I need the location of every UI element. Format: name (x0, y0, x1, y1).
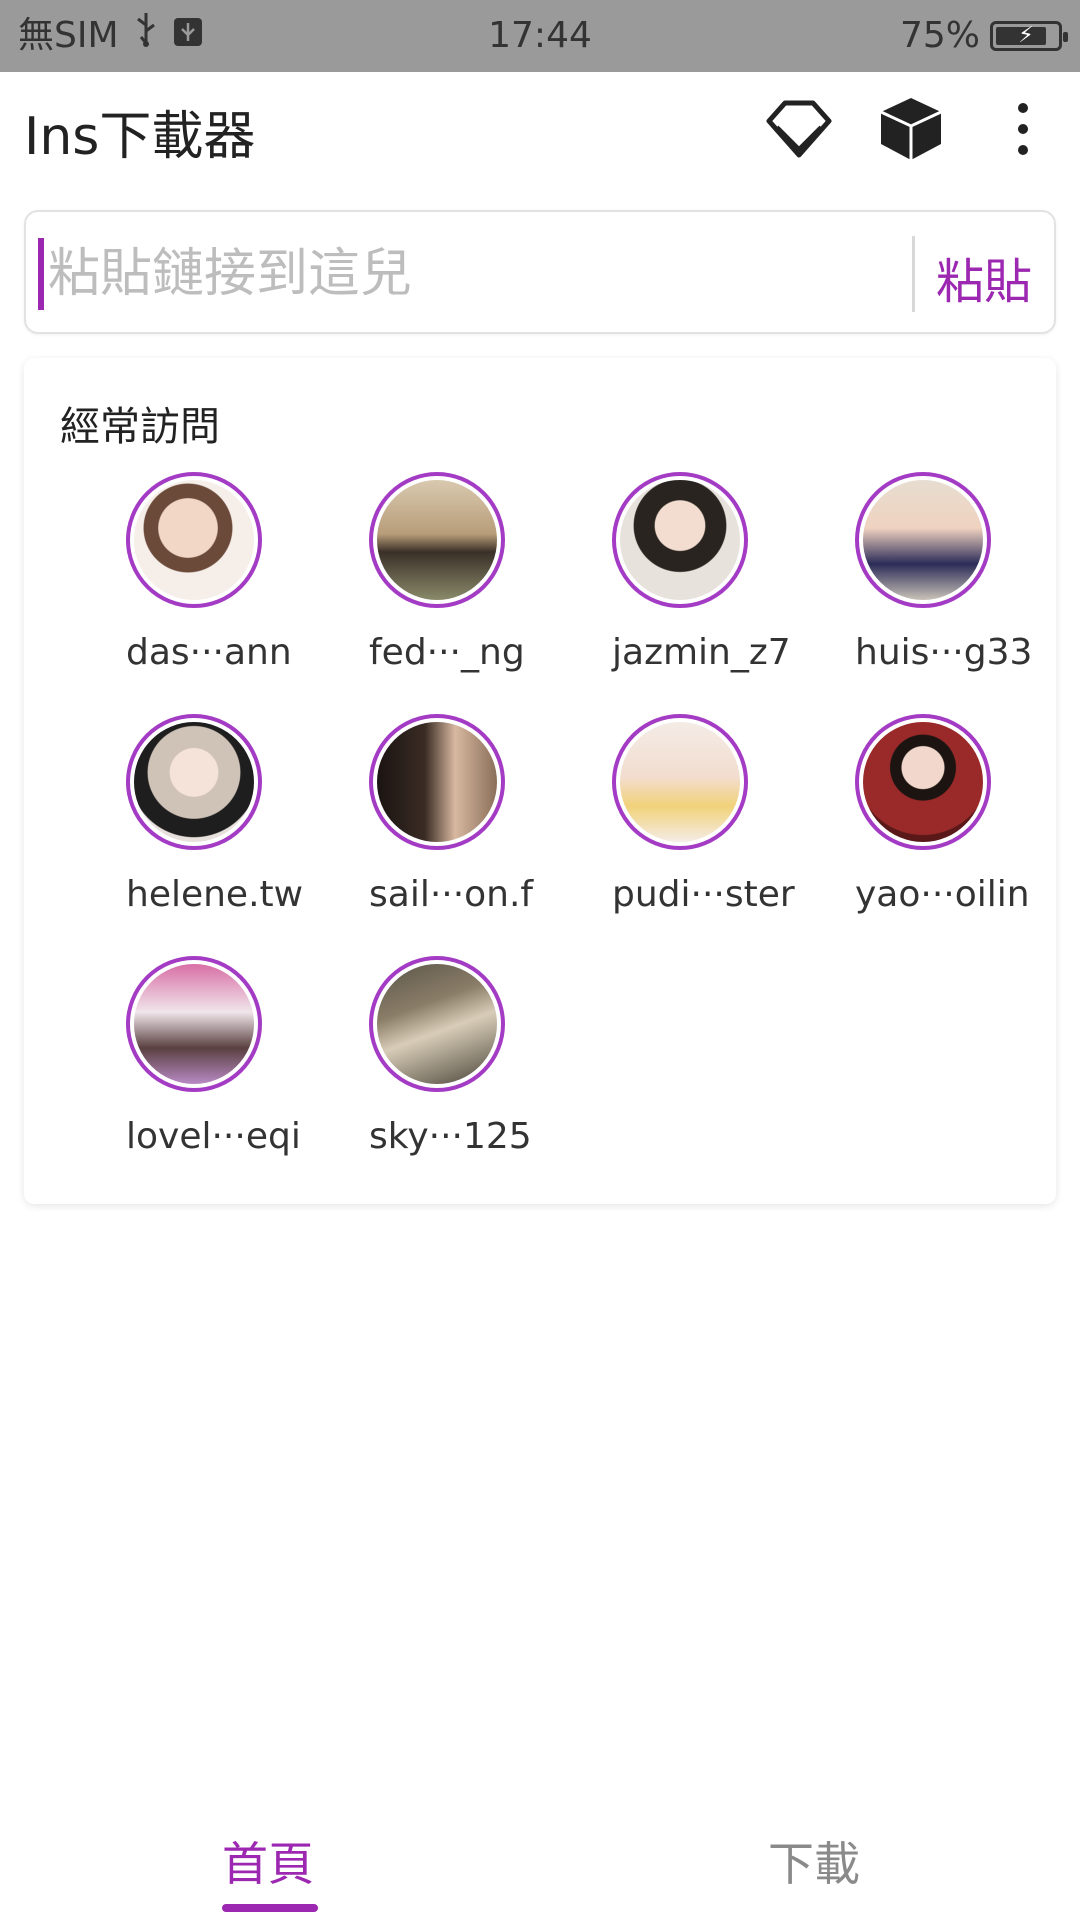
diamond-icon[interactable] (764, 94, 834, 164)
username-label: pudi···ster (612, 874, 795, 915)
frequent-user-item[interactable]: sky···125 (369, 956, 589, 1196)
avatar-image (377, 480, 497, 600)
avatar (126, 714, 262, 850)
frequent-visits-title: 經常訪問 (60, 404, 220, 450)
app-title: Ins下載器 (24, 107, 256, 167)
avatar-image (134, 480, 254, 600)
avatar (369, 714, 505, 850)
frequent-user-item[interactable]: fed···_ng (369, 472, 589, 712)
avatar-image (134, 722, 254, 842)
frequent-user-item[interactable]: sail···on.f (369, 714, 589, 954)
avatar (126, 956, 262, 1092)
battery-icon: ⚡ (990, 21, 1068, 51)
avatar-image (377, 964, 497, 1084)
status-right: 75% ⚡ (899, 0, 1068, 72)
frequent-user-item[interactable]: yao···oilin (855, 714, 1075, 954)
username-label: sail···on.f (369, 874, 534, 915)
cube-icon[interactable] (876, 94, 946, 164)
battery-percent: 75% (899, 15, 980, 56)
avatar (855, 714, 991, 850)
active-tab-indicator (222, 1904, 318, 1912)
avatar-image (863, 722, 983, 842)
frequent-user-item[interactable]: huis···g33 (855, 472, 1075, 712)
frequent-user-item[interactable]: jazmin_z7 (612, 472, 832, 712)
username-label: jazmin_z7 (612, 632, 791, 673)
username-label: sky···125 (369, 1116, 532, 1157)
tab-home[interactable]: 首頁 (222, 1828, 314, 1894)
avatar-image (863, 480, 983, 600)
avatar-image (377, 722, 497, 842)
username-label: lovel···eqi (126, 1116, 301, 1157)
avatar-image (620, 722, 740, 842)
avatar (855, 472, 991, 608)
link-input[interactable] (38, 224, 918, 324)
avatar-image (134, 964, 254, 1084)
avatar (612, 472, 748, 608)
frequent-user-item[interactable]: pudi···ster (612, 714, 832, 954)
username-label: huis···g33 (855, 632, 1033, 673)
avatar (369, 956, 505, 1092)
more-vert-icon[interactable] (988, 94, 1058, 164)
text-caret (38, 238, 44, 310)
paste-button[interactable]: 粘貼 (936, 242, 1032, 312)
frequent-user-item[interactable]: helene.tw (126, 714, 346, 954)
frequent-user-item[interactable]: das···ann (126, 472, 346, 712)
username-label: helene.tw (126, 874, 304, 915)
username-label: das···ann (126, 632, 292, 673)
username-label: yao···oilin (855, 874, 1030, 915)
status-bar: 無SIM 17:44 75% ⚡ (0, 0, 1080, 72)
tab-download[interactable]: 下載 (768, 1828, 860, 1894)
avatar (612, 714, 748, 850)
avatar-image (620, 480, 740, 600)
input-divider (912, 236, 915, 312)
app-bar: Ins下載器 (0, 72, 1080, 184)
link-input-box: 粘貼 (24, 210, 1056, 334)
frequent-visits-card: 經常訪問 das···ann fed···_ng jazmin_z7 huis·… (24, 358, 1056, 1204)
avatar (126, 472, 262, 608)
bottom-nav: 首頁 下載 (0, 1810, 1080, 1920)
username-label: fed···_ng (369, 632, 525, 673)
avatar (369, 472, 505, 608)
frequent-user-item[interactable]: lovel···eqi (126, 956, 346, 1196)
